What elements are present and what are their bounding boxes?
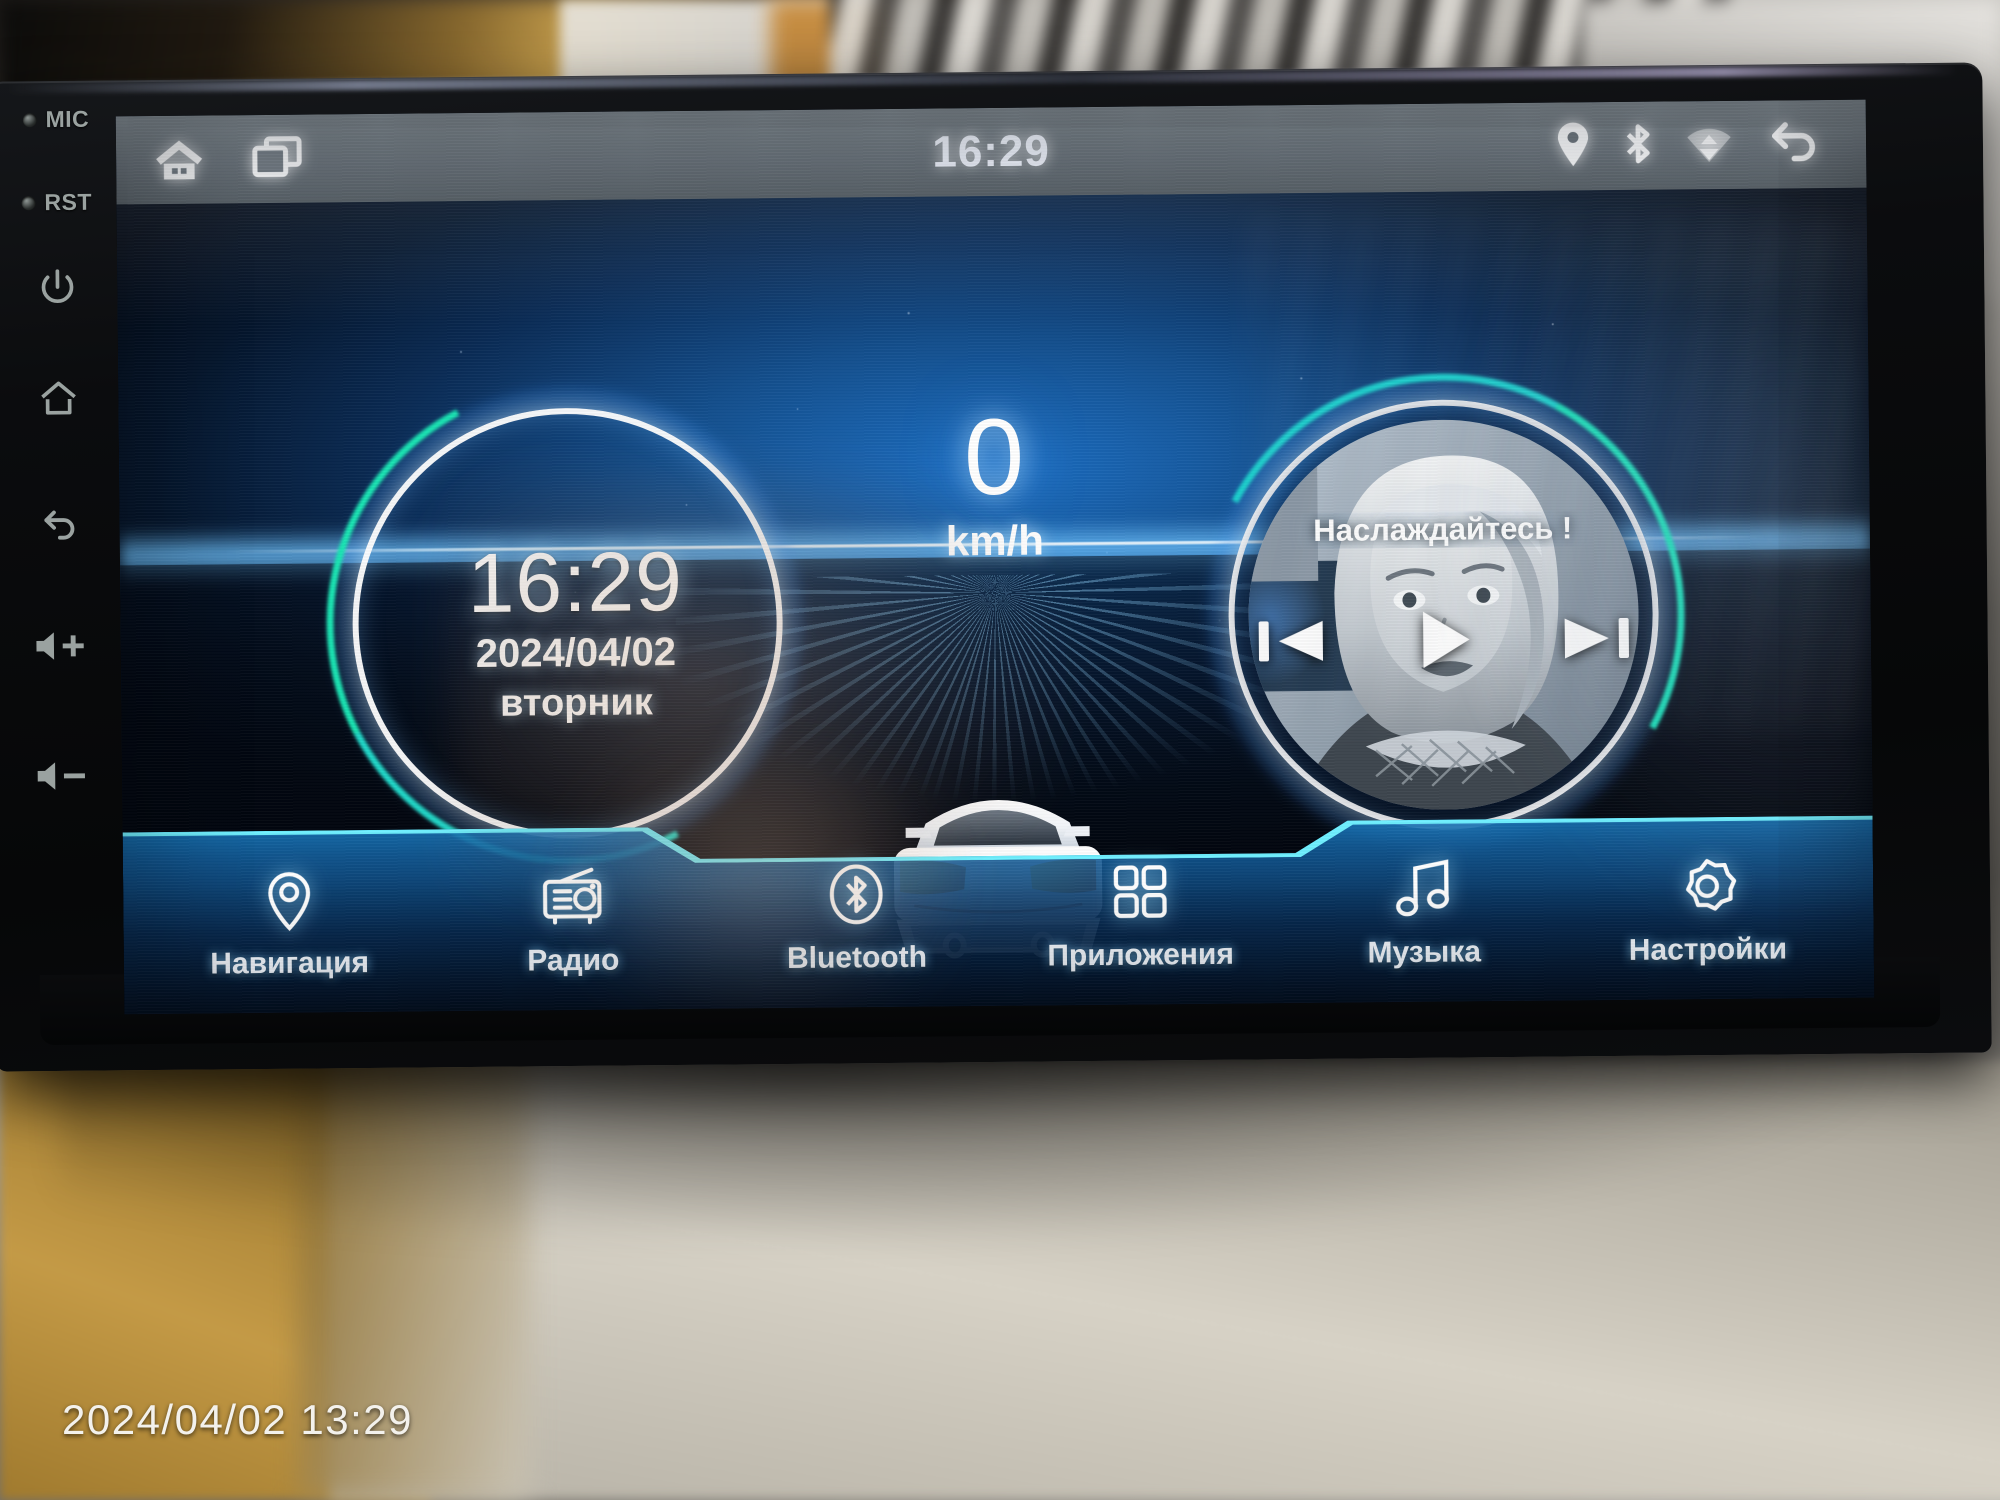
home-icon	[41, 381, 76, 415]
photo-scene: MIC RST 16:29 2024/04/02 вторник 0 km/h …	[0, 0, 2000, 1500]
touchscreen[interactable]: 16:29 2024/04/02 вторник 0 km/h Наслажда…	[115, 99, 1875, 1015]
clock-widget[interactable]: 16:29 2024/04/02 вторник	[420, 533, 732, 727]
statusbar-clock: 16:29	[932, 126, 1051, 177]
statusbar-bluetooth-icon	[1622, 121, 1654, 170]
speed-unit: km/h	[945, 516, 1045, 565]
music-controls	[1248, 594, 1639, 690]
mic-hole	[22, 112, 37, 127]
hardware-back-button[interactable]	[0, 498, 120, 545]
dock-item-bluetooth[interactable]: Bluetooth	[731, 860, 982, 976]
clock-date: 2024/04/02	[475, 629, 677, 676]
dock-item-radio[interactable]: Радио	[447, 863, 698, 979]
bluetooth-icon	[1626, 123, 1650, 163]
music-note-icon	[1394, 856, 1453, 923]
volume-up-icon	[36, 632, 84, 660]
hardware-volume-down-button[interactable]	[2, 755, 122, 796]
dock-label-music: Музыка	[1367, 935, 1482, 970]
music-widget[interactable]: Наслаждайтесь !	[1246, 417, 1641, 812]
hardware-reset-label: RST	[44, 188, 93, 216]
bottom-dock: Навигация Радио Bluetooth Приложения Муз…	[122, 786, 1874, 1015]
dock-item-list: Навигация Радио Bluetooth Приложения Муз…	[123, 852, 1874, 1015]
apps-grid-icon	[1111, 858, 1170, 925]
dock-label-settings: Настройки	[1628, 932, 1788, 967]
dock-item-apps[interactable]: Приложения	[1015, 857, 1266, 973]
statusbar-back-button[interactable]	[1764, 118, 1823, 172]
location-pin-icon	[262, 867, 317, 934]
music-track-title: Наслаждайтесь !	[1313, 510, 1573, 548]
dock-item-navigation[interactable]: Навигация	[164, 866, 415, 982]
music-play-button[interactable]	[1407, 603, 1480, 681]
previous-icon	[1258, 620, 1324, 661]
hardware-volume-up-button[interactable]	[1, 625, 121, 666]
radio-icon	[539, 864, 606, 931]
reset-hole[interactable]	[21, 195, 36, 210]
back-icon	[1772, 121, 1815, 161]
clock-weekday: вторник	[499, 680, 653, 725]
location-icon	[1557, 122, 1589, 166]
statusbar-wifi-icon	[1686, 122, 1732, 167]
next-icon	[1564, 617, 1629, 659]
hardware-mic-label: MIC	[45, 105, 90, 133]
speed-value: 0	[963, 395, 1025, 518]
hardware-home-button[interactable]	[0, 375, 119, 420]
hardware-mic: MIC	[0, 105, 116, 133]
statusbar-location-icon	[1556, 122, 1590, 171]
hardware-reset[interactable]: RST	[0, 188, 117, 216]
volume-down-icon	[37, 762, 85, 790]
play-icon	[1422, 611, 1470, 668]
clock-time: 16:29	[467, 533, 684, 631]
gear-icon	[1677, 853, 1738, 920]
status-bar: 16:29	[115, 99, 1867, 205]
music-next-button[interactable]	[1557, 609, 1634, 671]
dock-label-apps: Приложения	[1047, 937, 1235, 973]
wifi-icon	[1687, 128, 1731, 162]
dock-label-bluetooth: Bluetooth	[786, 940, 928, 976]
hardware-key-column: MIC RST	[0, 95, 124, 996]
dock-label-radio: Радио	[527, 943, 620, 978]
music-previous-button[interactable]	[1255, 612, 1332, 674]
dock-item-settings[interactable]: Настройки	[1582, 852, 1833, 968]
hardware-power-button[interactable]	[0, 265, 118, 308]
dock-label-navigation: Навигация	[210, 946, 370, 981]
photo-timestamp: 2024/04/02 13:29	[62, 1396, 413, 1443]
back-icon	[44, 510, 75, 540]
speed-widget: 0 km/h	[945, 395, 1045, 566]
power-icon	[41, 269, 74, 304]
bluetooth-icon	[827, 861, 886, 928]
dock-item-music[interactable]: Музыка	[1298, 855, 1549, 971]
